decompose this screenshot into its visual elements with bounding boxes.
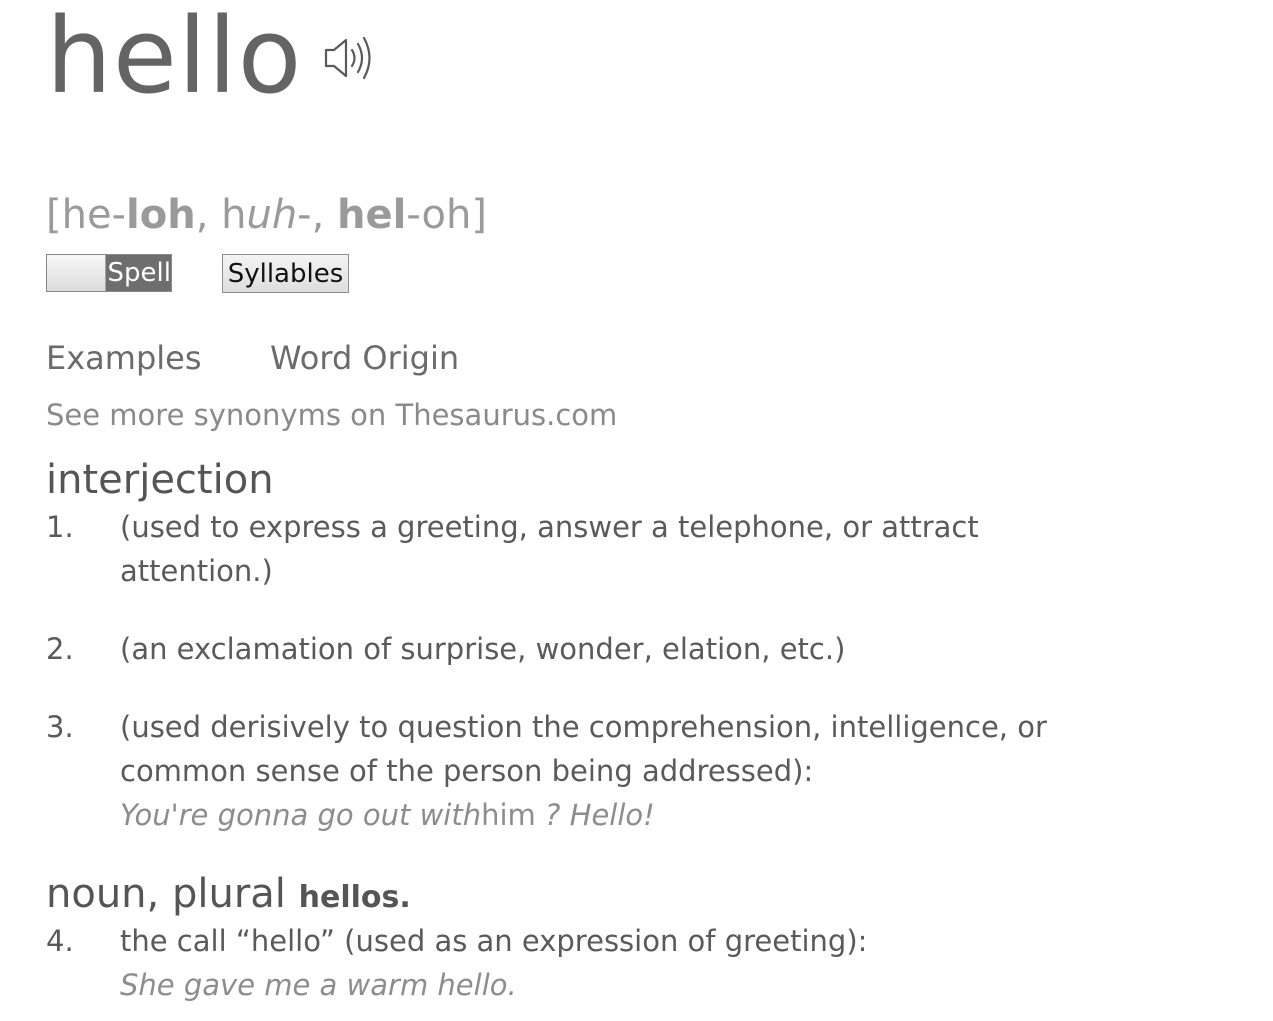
tab-word-origin[interactable]: Word Origin [270, 336, 459, 380]
definition-number: 2. [46, 632, 74, 666]
example-sentence: She gave me a warm hello. [120, 963, 1140, 1007]
pron-separator: , h [195, 192, 247, 238]
definition-text: (an exclamation of surprise, wonder, ela… [120, 632, 846, 666]
example-italic: ? Hello! [535, 798, 655, 832]
spell-toggle[interactable]: Spell [46, 254, 172, 292]
spell-toggle-label: Spell [107, 258, 171, 288]
pron-stressed-syllable: loh [126, 192, 196, 238]
pron-stressed-syllable: hel [337, 192, 407, 238]
part-of-speech-interjection: interjection [46, 457, 274, 503]
definition-number: 3. [46, 710, 74, 744]
definition-text: the call “hello” (used as an expression … [120, 924, 868, 958]
pron-schwa: uh [246, 192, 298, 238]
pronunciation: [he-loh, huh-, hel-oh] [46, 190, 487, 240]
definition-number: 1. [46, 510, 74, 544]
example-italic: You're gonna go out with [120, 798, 482, 832]
pos-label: noun, plural [46, 871, 286, 917]
definition-block: the call “hello” (used as an expression … [120, 919, 1140, 1007]
definition-text: (used derisively to question the compreh… [120, 710, 1047, 788]
plural-form: hellos. [298, 880, 411, 915]
speaker-icon[interactable] [322, 30, 378, 86]
pron-syllable: he- [61, 192, 127, 238]
pron-syllable: -oh [406, 192, 472, 238]
example-sentence: You're gonna go out withhim ? Hello! [120, 793, 1110, 837]
toggle-knob[interactable] [47, 255, 106, 291]
example-emphasis: him [481, 798, 536, 832]
pron-separator: -, [297, 192, 338, 238]
headword: hello [46, 0, 303, 117]
thesaurus-link[interactable]: See more synonyms on Thesaurus.com [46, 395, 617, 435]
pron-bracket-open: [ [46, 192, 62, 238]
tab-examples[interactable]: Examples [46, 336, 202, 380]
definition-block: (used derisively to question the compreh… [120, 705, 1110, 837]
example-italic: She gave me a warm hello. [120, 968, 517, 1002]
definition-number: 4. [46, 924, 74, 958]
syllables-button[interactable]: Syllables [222, 254, 349, 293]
definition-text: (used to express a greeting, answer a te… [120, 510, 979, 588]
pron-bracket-close: ] [471, 192, 487, 238]
part-of-speech-noun: noun, plural hellos. [46, 869, 411, 923]
